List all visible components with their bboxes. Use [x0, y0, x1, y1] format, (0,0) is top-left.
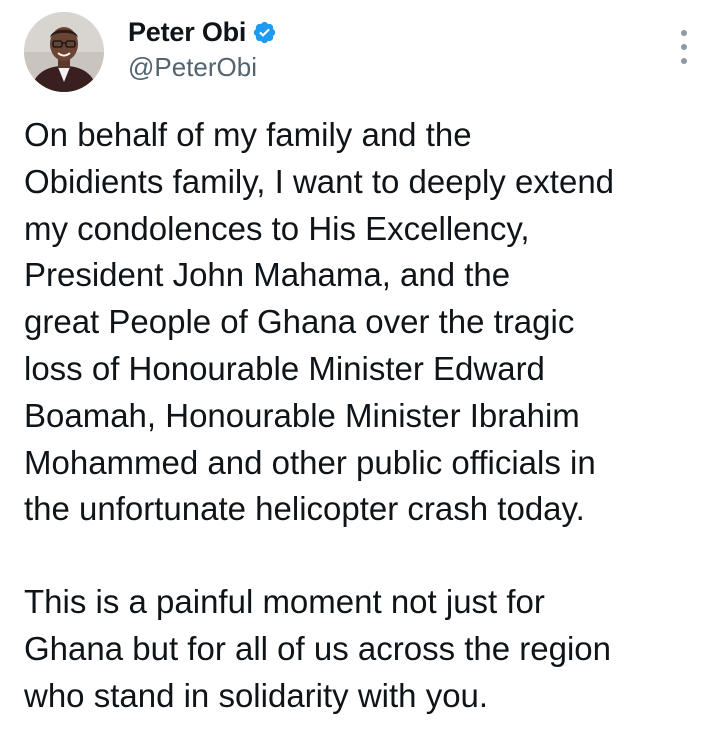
- author-name-row: Peter Obi: [128, 14, 277, 50]
- avatar-image: [24, 12, 104, 92]
- tweet-paragraph-2: This is a painful moment not just for Gh…: [24, 583, 612, 714]
- more-dot: [681, 58, 687, 64]
- more-dot: [681, 44, 687, 50]
- tweet: Peter Obi @PeterObi On behalf of my fami…: [0, 0, 720, 740]
- verified-badge-icon: [252, 20, 277, 45]
- author-display-name[interactable]: Peter Obi: [128, 17, 246, 48]
- avatar[interactable]: [24, 12, 104, 92]
- more-vertical-icon[interactable]: [676, 30, 692, 64]
- tweet-body: On behalf of my family and the Obidients…: [24, 112, 704, 720]
- author-handle[interactable]: @PeterObi: [128, 52, 257, 83]
- more-dot: [681, 30, 687, 36]
- tweet-paragraph-1: On behalf of my family and the Obidients…: [24, 116, 615, 528]
